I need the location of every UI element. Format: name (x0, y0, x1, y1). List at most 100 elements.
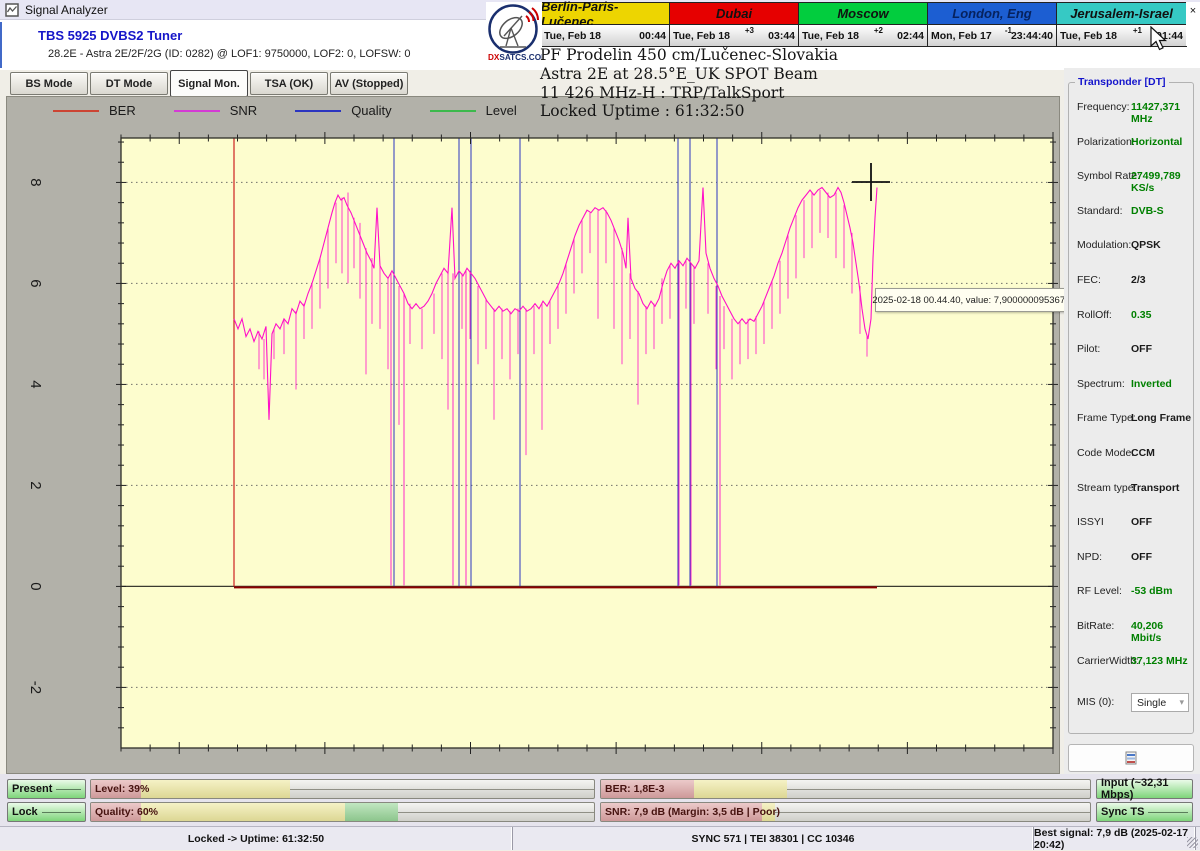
status-cell-0: Locked -> Uptime: 61:32:50 (0, 827, 513, 850)
badge-groove (56, 789, 81, 790)
clock-utc-offset: +2 (874, 26, 883, 35)
tp-label-issyi: ISSYI (1077, 516, 1104, 528)
clock-city-label: Dubai (670, 3, 798, 25)
clock-date: Tue, Feb 18 (673, 30, 730, 42)
transponder-groupbox: Transponder [DT] Frequency:11427,371 MHz… (1068, 82, 1194, 734)
toolbar-button-tsa-ok-[interactable]: TSA (OK) (250, 72, 328, 95)
clock-utc-offset: -1 (1005, 26, 1012, 35)
bar-segment (345, 803, 398, 821)
tp-label-rf-level-: RF Level: (1077, 585, 1122, 597)
tp-value-carrierwidth-: 37,123 MHz (1131, 655, 1188, 667)
tp-value-rf-level-: -53 dBm (1131, 585, 1172, 597)
clock-city-label: Moscow (799, 3, 927, 25)
status-bar: Locked -> Uptime: 61:32:50SYNC 571 | TEI… (0, 826, 1200, 850)
window-edge-accent (0, 22, 2, 68)
tuner-subtitle: 28.2E - Astra 2E/2F/2G (ID: 0282) @ LOF1… (48, 48, 411, 60)
badge-label: Sync TS (1101, 806, 1144, 818)
tp-label-code-mode-: Code Mode: (1077, 447, 1134, 459)
tp-label-polarization-: Polarization: (1077, 136, 1135, 148)
tp-label-spectrum-: Spectrum: (1077, 378, 1125, 390)
clock-time-row: Mon, Feb 17-123:44:40 (928, 25, 1056, 46)
transponder-panel: Transponder [DT] Frequency:11427,371 MHz… (1064, 68, 1200, 774)
site-line-3: 11 426 MHz-H : TRP/TalkSport (540, 84, 838, 103)
badge-groove (1148, 812, 1188, 813)
clock-london-eng: London, EngMon, Feb 17-123:44:40 (928, 3, 1057, 46)
stream-details-button[interactable] (1068, 744, 1194, 772)
site-description: PF Prodelin 450 cm/Lučenec-Slovakia Astr… (540, 46, 838, 121)
tp-value-issyi: OFF (1131, 516, 1152, 528)
tp-value-bitrate-: 40,206 Mbit/s (1131, 620, 1193, 644)
signal-chart[interactable]: -202468 (7, 97, 1061, 775)
toolbar-button-bs-mode[interactable]: BS Mode (10, 72, 88, 95)
bar-label: BER: 1,8E-3 (605, 780, 665, 798)
tp-value-npd-: OFF (1131, 551, 1152, 563)
tp-value-frequency-: 11427,371 MHz (1131, 101, 1193, 125)
y-axis-label-6: 6 (27, 279, 44, 287)
tp-value-polarization-: Horizontal (1131, 136, 1182, 148)
site-line-2: Astra 2E at 28.5°E_UK SPOT Beam (540, 65, 838, 84)
transponder-title: Transponder [DT] (1075, 76, 1169, 88)
tp-value-fec-: 2/3 (1131, 274, 1146, 286)
progress-bar-level: Level: 39% (90, 779, 595, 799)
progress-bar-ber: BER: 1,8E-3 (600, 779, 1091, 799)
svg-text:DXSATCS.COM: DXSATCS.COM (488, 53, 542, 62)
clock-utc-offset: +3 (745, 26, 754, 35)
plot-area[interactable] (121, 138, 1053, 748)
toolbar: BS ModeDT ModeSignal Mon.TSA (OK)AV (Sto… (0, 70, 1064, 96)
clock-time: 03:44 (768, 30, 795, 42)
tp-label-standard-: Standard: (1077, 205, 1123, 217)
y-axis-label-0: 0 (27, 582, 44, 590)
progress-bar-snr: SNR: 7,9 dB (Margin: 3,5 dB | Poor) (600, 802, 1091, 822)
bar-label: Quality: 60% (95, 803, 158, 821)
mouse-cursor (1150, 26, 1168, 52)
mis-dropdown[interactable]: Single ▾ (1131, 693, 1189, 712)
tp-value-rolloff-: 0.35 (1131, 309, 1151, 321)
tp-label-fec-: FEC: (1077, 274, 1101, 286)
tp-value-symbol-rate-: 27499,789 KS/s (1131, 170, 1193, 194)
resize-grip[interactable] (1187, 837, 1198, 848)
badge-groove (42, 812, 81, 813)
badge-label: Input (~32,31 Mbps) (1101, 777, 1184, 801)
tp-label-modulation-: Modulation: (1077, 239, 1131, 251)
bar-groove (398, 812, 594, 813)
toolbar-button-signal-mon-[interactable]: Signal Mon. (170, 70, 248, 97)
dxsatcs-logo: DXSATCS.COM (486, 2, 542, 64)
bar-label: SNR: 7,9 dB (Margin: 3,5 dB | Poor) (605, 803, 780, 821)
clock-date: Mon, Feb 17 (931, 30, 992, 42)
clock-dubai: Dubai Tue, Feb 18 +3 03:44 (670, 3, 799, 46)
chevron-down-icon: ▾ (1179, 697, 1188, 708)
status-cell-2: Best signal: 7,9 dB (2025-02-17 20:42) (1034, 827, 1196, 850)
bar-groove (290, 789, 594, 790)
clock-city-label: London, Eng (928, 3, 1056, 25)
tp-value-stream-type-: Transport (1131, 482, 1179, 494)
y-axis-label-8: 8 (27, 178, 44, 186)
mis-selected-value: Single (1137, 697, 1166, 709)
chart-tooltip: 2025-02-18 00.44.40, value: 7,9000000953… (875, 288, 1073, 312)
tp-value-standard-: DVB-S (1131, 205, 1164, 217)
tp-label-carrierwidth-: CarrierWidth: (1077, 655, 1139, 667)
toolbar-button-dt-mode[interactable]: DT Mode (90, 72, 168, 95)
status-badge-present: Present (7, 779, 86, 799)
clock-close-button[interactable]: × (1186, 2, 1200, 46)
clock-city-label: Jerusalem-Israel (1057, 3, 1186, 25)
tp-label-pilot-: Pilot: (1077, 343, 1100, 355)
status-cell-1: SYNC 571 | TEI 38301 | CC 10346 (513, 827, 1034, 850)
clock-date: Tue, Feb 18 (802, 30, 859, 42)
site-line-1: PF Prodelin 450 cm/Lučenec-Slovakia (540, 46, 838, 65)
tp-value-pilot-: OFF (1131, 343, 1152, 355)
toolbar-button-av-stopped-[interactable]: AV (Stopped) (330, 72, 408, 95)
clock-date: Tue, Feb 18 (544, 30, 601, 42)
bar-groove (775, 812, 1090, 813)
y-axis-label-4: 4 (27, 380, 44, 388)
progress-bar-quality: Quality: 60% (90, 802, 595, 822)
clock-berlin-paris-lu-enec: Berlin-Paris-LučenecTue, Feb 1800:44 (541, 3, 670, 46)
status-badge-sync-ts: Sync TS (1096, 802, 1193, 822)
tp-label-stream-type-: Stream type: (1077, 482, 1137, 494)
clock-utc-offset: +1 (1133, 26, 1142, 35)
status-badge-input-32-31-mbps-: Input (~32,31 Mbps) (1096, 779, 1193, 799)
logo-text-dx: DX (488, 53, 500, 62)
clock-date: Tue, Feb 18 (1060, 30, 1117, 42)
bar-groove (787, 789, 1090, 790)
tp-label-frame-type-: Frame Type: (1077, 412, 1136, 424)
tp-value-frame-type-: Long Frame (1131, 412, 1191, 424)
